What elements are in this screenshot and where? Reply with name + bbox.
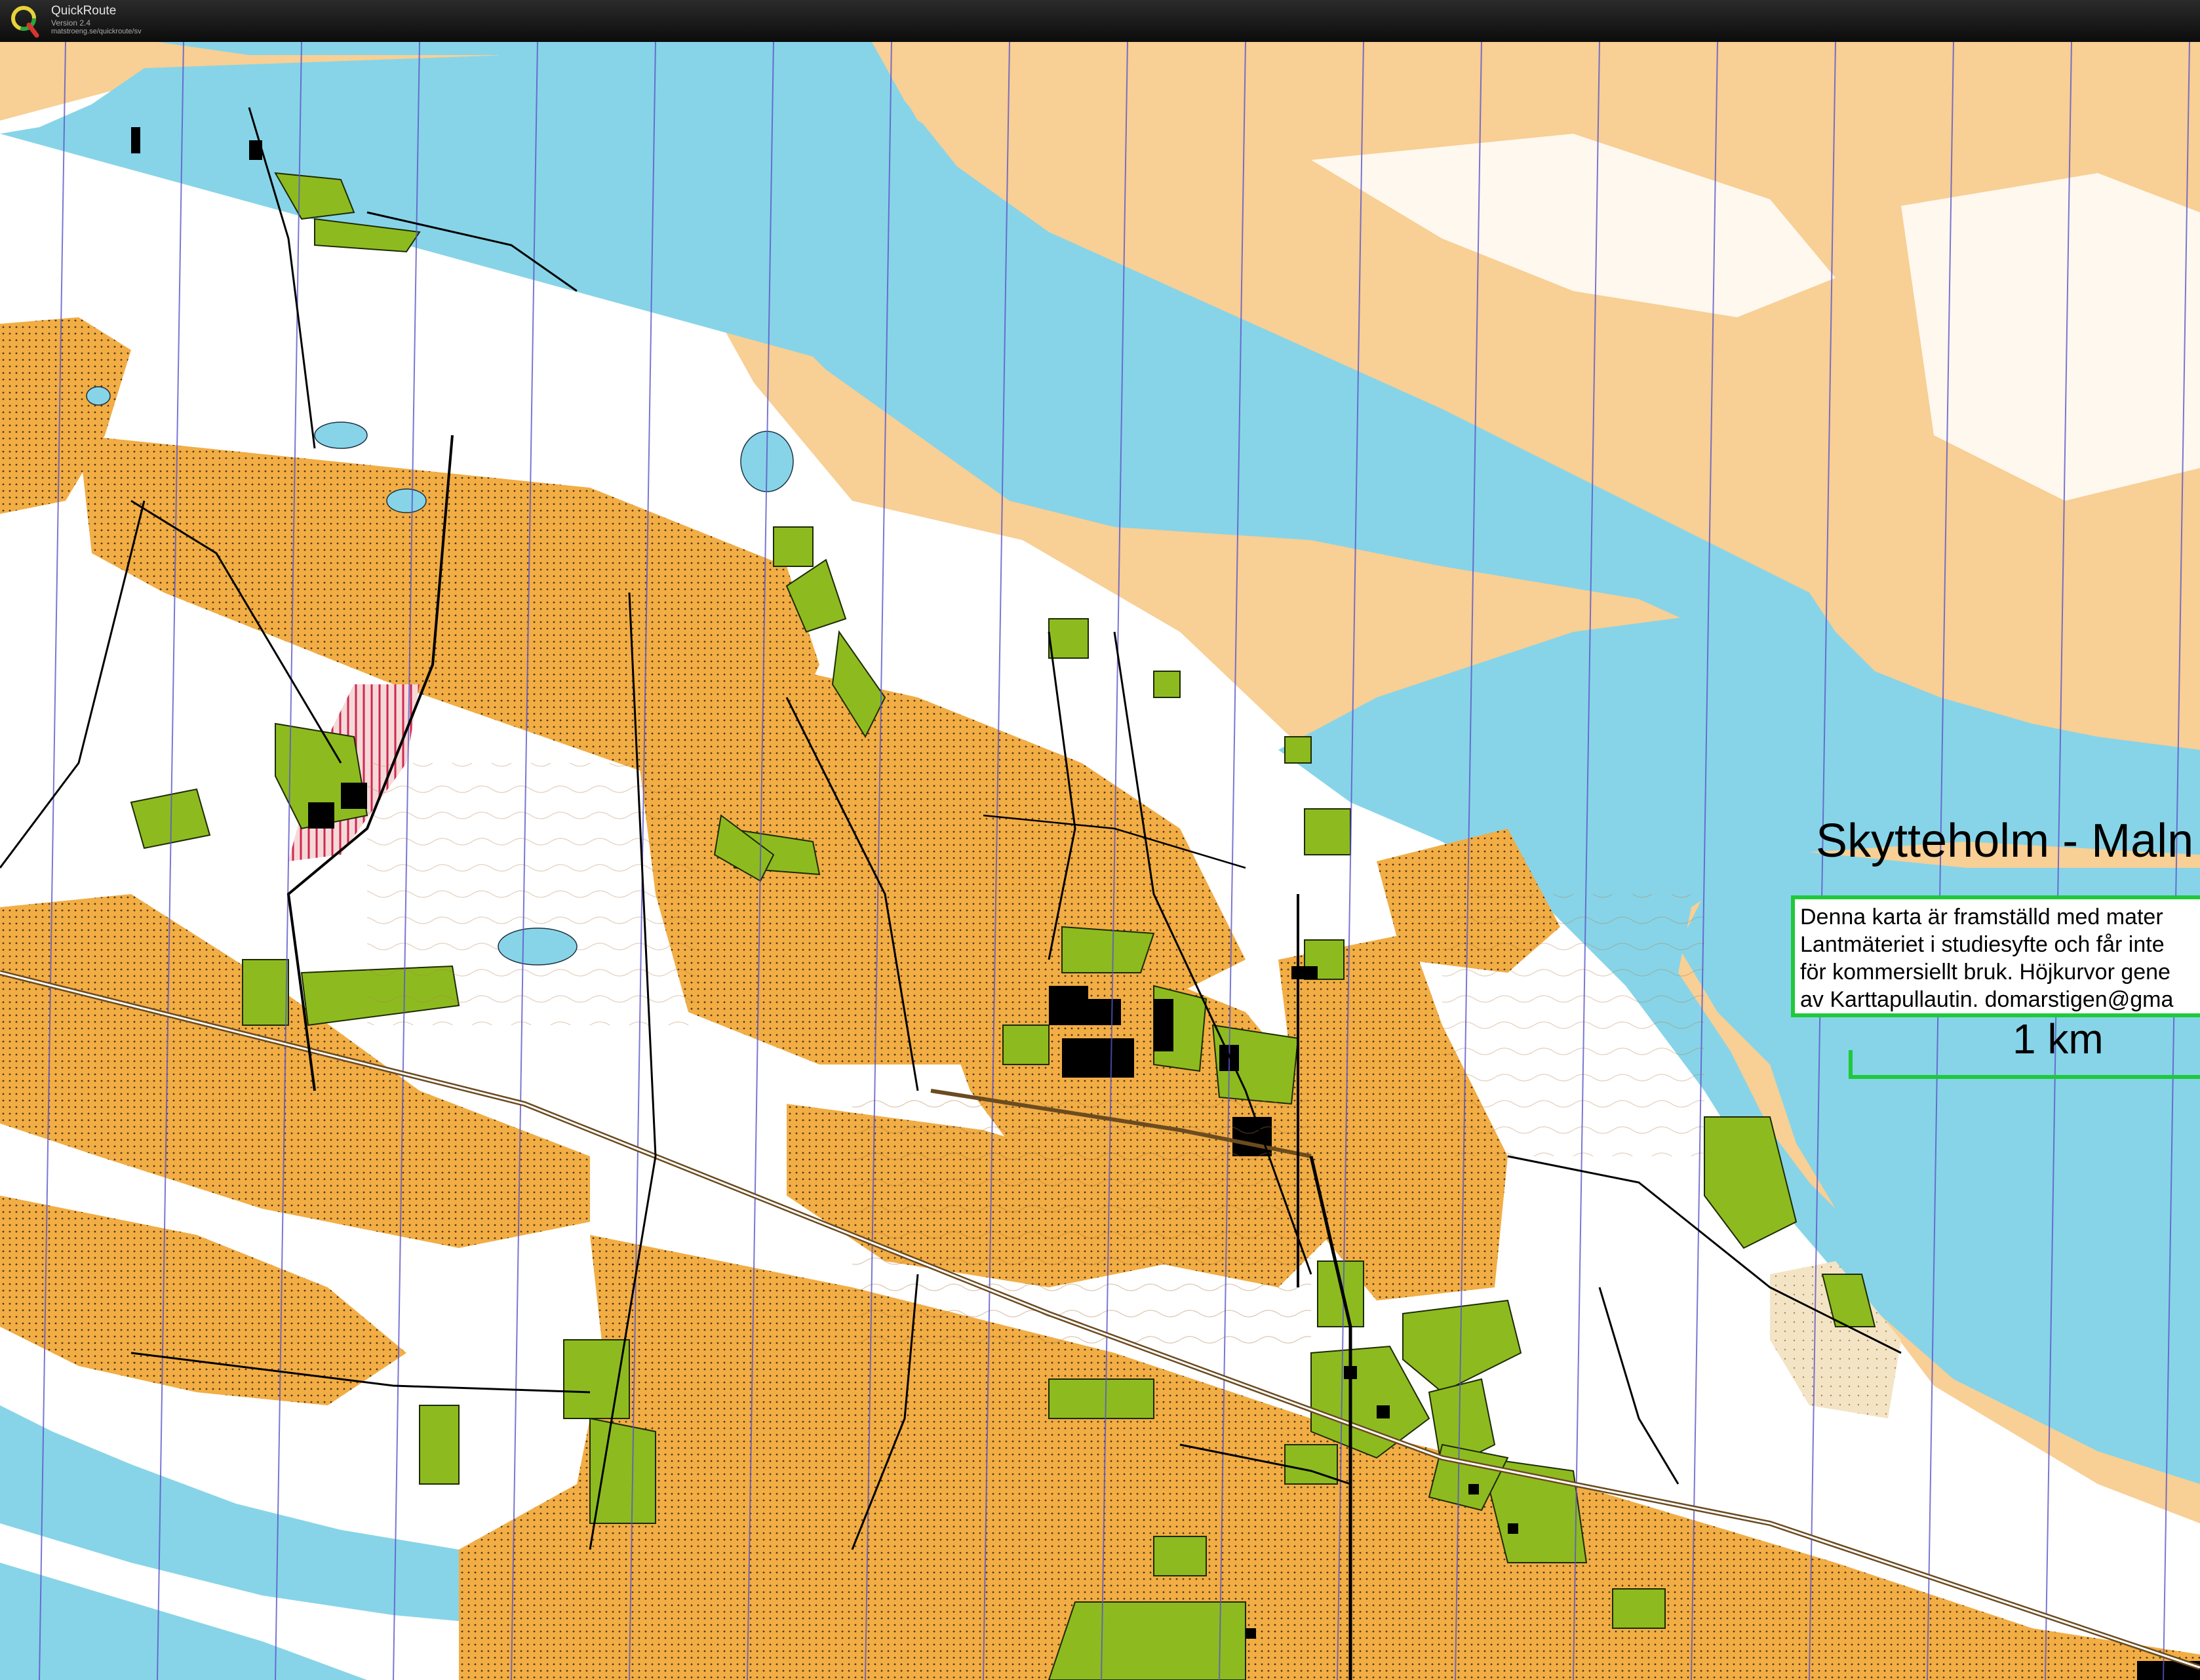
- contour-overlay: [852, 1091, 1311, 1353]
- map-title: Skytteholm - Maln: [1816, 815, 2194, 867]
- copyright-line: Denna karta är framställd med mater: [1800, 905, 2163, 929]
- copyright-box: Denna karta är framställd med mater Lant…: [1791, 895, 2200, 1017]
- contour-overlay: [1442, 894, 1704, 1156]
- copyright-line: för kommersiellt bruk. Höjkurvor gene: [1800, 960, 2171, 985]
- map-viewport[interactable]: Skytteholm - Maln Denna karta är framstä…: [0, 42, 2200, 1680]
- app-url[interactable]: matstroeng.se/quickroute/sv: [51, 28, 142, 35]
- contour-overlay: [367, 763, 695, 1025]
- app-title: QuickRoute: [51, 4, 117, 18]
- copyright-line: av Karttapullautin. domarstigen@gma: [1800, 987, 2174, 1012]
- quickroute-logo-icon: [11, 6, 39, 38]
- copyright-line: Lantmäteriet i studiesyfte och får inte: [1800, 932, 2165, 957]
- app-header: QuickRoute Version 2.4 matstroeng.se/qui…: [0, 0, 2200, 42]
- app-version: Version 2.4: [51, 18, 91, 28]
- scale-bar: [1849, 1050, 2200, 1079]
